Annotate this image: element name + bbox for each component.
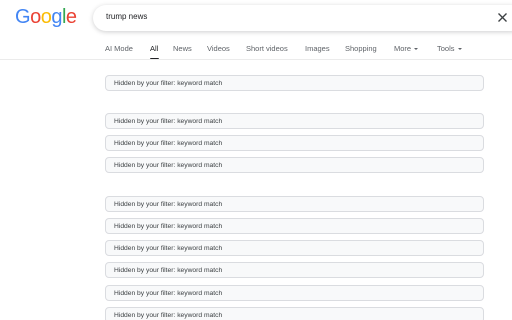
- filtered-result-label: Hidden by your filter: keyword match: [114, 162, 223, 169]
- filtered-result[interactable]: Hidden by your filter: keyword match: [105, 285, 484, 301]
- filtered-result[interactable]: Hidden by your filter: keyword match: [105, 113, 484, 129]
- filtered-result-label: Hidden by your filter: keyword match: [114, 267, 223, 274]
- filtered-result[interactable]: Hidden by your filter: keyword match: [105, 157, 484, 173]
- filtered-result-label: Hidden by your filter: keyword match: [114, 312, 223, 319]
- filtered-result[interactable]: Hidden by your filter: keyword match: [105, 196, 484, 212]
- filtered-result[interactable]: Hidden by your filter: keyword match: [105, 75, 484, 91]
- google-search-page: Google AI Mode All News Videos Short vid…: [0, 0, 512, 320]
- filtered-result-label: Hidden by your filter: keyword match: [114, 223, 223, 230]
- filtered-result[interactable]: Hidden by your filter: keyword match: [105, 135, 484, 151]
- filtered-result[interactable]: Hidden by your filter: keyword match: [105, 240, 484, 256]
- filtered-result[interactable]: Hidden by your filter: keyword match: [105, 218, 484, 234]
- filtered-result[interactable]: Hidden by your filter: keyword match: [105, 262, 484, 278]
- filtered-result-label: Hidden by your filter: keyword match: [114, 290, 223, 297]
- filtered-result-label: Hidden by your filter: keyword match: [114, 80, 223, 87]
- results-list: Hidden by your filter: keyword match Hid…: [0, 0, 512, 320]
- filtered-result-label: Hidden by your filter: keyword match: [114, 140, 223, 147]
- filtered-result-label: Hidden by your filter: keyword match: [114, 201, 223, 208]
- filtered-result-label: Hidden by your filter: keyword match: [114, 245, 223, 252]
- filtered-result[interactable]: Hidden by your filter: keyword match: [105, 307, 484, 320]
- filtered-result-label: Hidden by your filter: keyword match: [114, 118, 223, 125]
